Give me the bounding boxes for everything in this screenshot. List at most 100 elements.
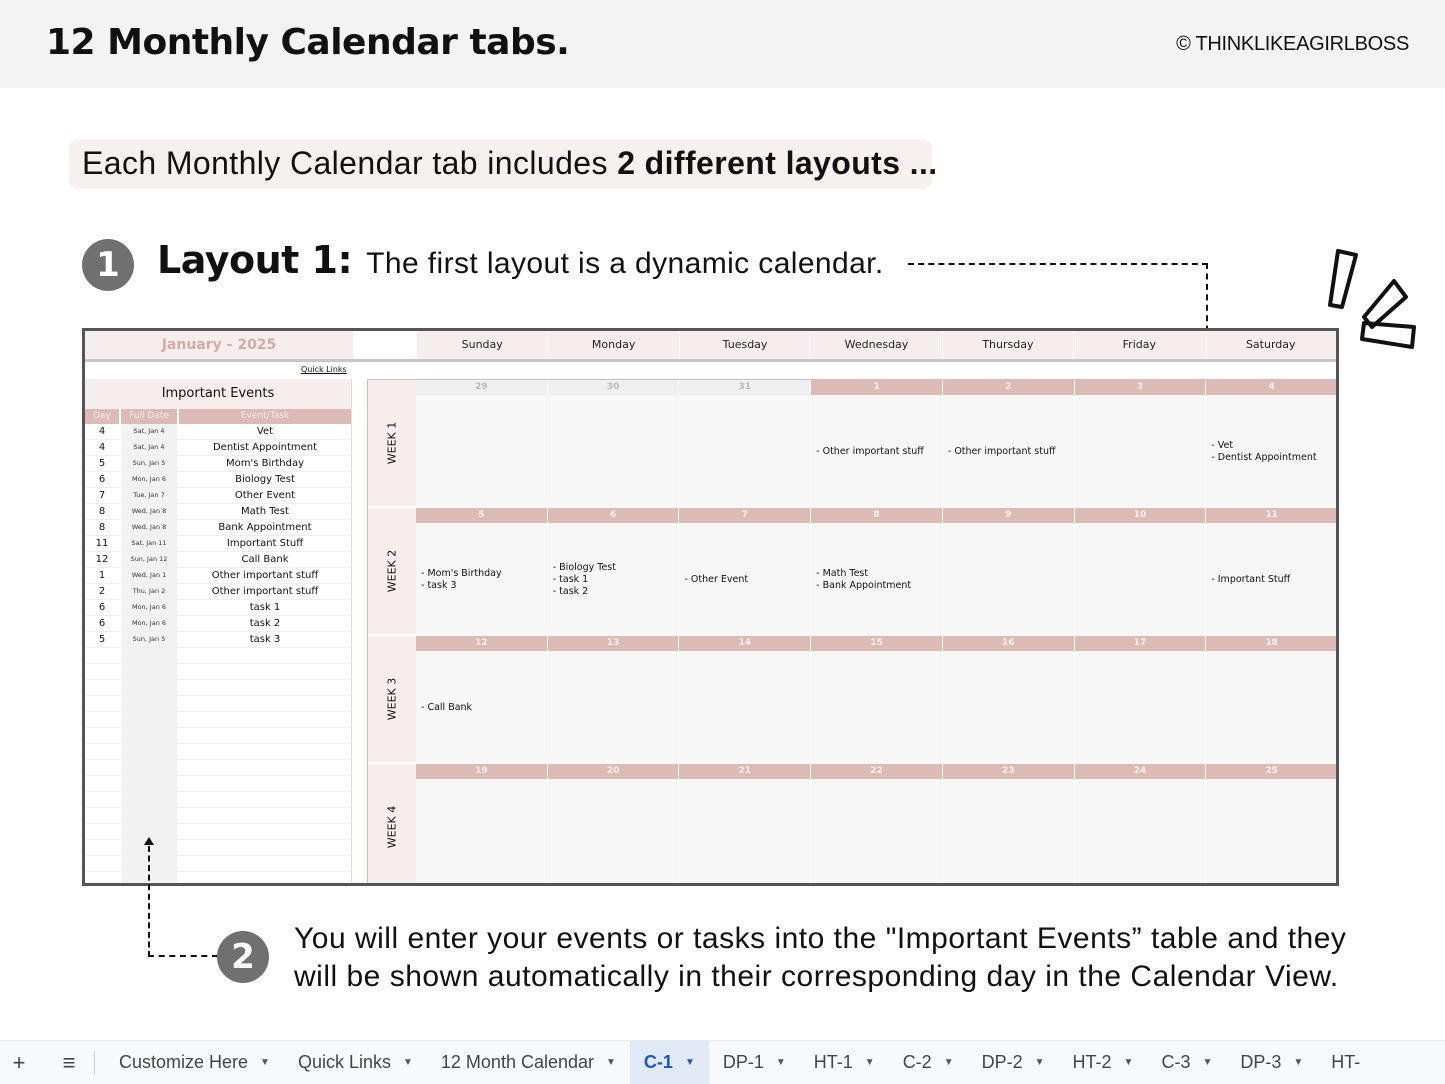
event-day-cell[interactable]: [85, 664, 121, 679]
event-date-cell[interactable]: [121, 808, 179, 823]
event-date-cell[interactable]: Thu, Jan 2: [121, 584, 179, 599]
event-day-cell[interactable]: [85, 696, 121, 711]
event-day-cell[interactable]: [85, 872, 121, 883]
calendar-day-cell[interactable]: 6- Biology Test - task 1- task 2: [547, 508, 680, 636]
caret-down-icon[interactable]: ▼: [944, 1057, 954, 1068]
event-day-cell[interactable]: [85, 856, 121, 871]
event-task-cell[interactable]: task 2: [179, 616, 351, 631]
event-task-cell[interactable]: [179, 744, 351, 759]
event-task-cell[interactable]: Call Bank: [179, 552, 351, 567]
sheet-tab-c-1[interactable]: C-1 ▼: [629, 1040, 709, 1084]
caret-down-icon[interactable]: ▼: [685, 1057, 695, 1068]
event-date-cell[interactable]: [121, 728, 179, 743]
sheet-tab-customize-here[interactable]: Customize Here ▼: [105, 1041, 284, 1084]
event-date-cell[interactable]: Sun, Jan 5: [121, 632, 179, 647]
event-day-cell[interactable]: 12: [85, 552, 121, 567]
event-task-cell[interactable]: [179, 696, 351, 711]
event-task-cell[interactable]: [179, 776, 351, 791]
calendar-day-cell[interactable]: 1 - Other important stuff: [811, 380, 943, 508]
calendar-day-cell[interactable]: 11 - Important Stuff: [1206, 508, 1336, 636]
sheet-tab-ht-2[interactable]: HT-2 ▼: [1059, 1041, 1148, 1084]
sheet-tab-dp-1[interactable]: DP-1 ▼: [709, 1041, 800, 1084]
calendar-day-cell[interactable]: 19: [416, 764, 548, 883]
event-day-cell[interactable]: 6: [85, 616, 121, 631]
event-task-cell[interactable]: Bank Appointment: [179, 520, 351, 535]
event-task-cell[interactable]: [179, 648, 351, 663]
event-task-cell[interactable]: Math Test: [179, 504, 351, 519]
calendar-day-cell[interactable]: 8- Math Test - Bank Appointment: [811, 508, 943, 636]
calendar-day-cell[interactable]: 20: [547, 764, 680, 883]
event-date-cell[interactable]: [121, 664, 179, 679]
event-day-cell[interactable]: 5: [85, 632, 121, 647]
event-task-cell[interactable]: Other important stuff: [179, 568, 351, 583]
event-date-cell[interactable]: [121, 696, 179, 711]
caret-down-icon[interactable]: ▼: [260, 1057, 270, 1068]
event-date-cell[interactable]: Sat, Jan 4: [121, 440, 179, 455]
event-day-cell[interactable]: [85, 792, 121, 807]
caret-down-icon[interactable]: ▼: [1293, 1057, 1303, 1068]
sheet-tab-dp-2[interactable]: DP-2 ▼: [968, 1041, 1059, 1084]
event-date-cell[interactable]: [121, 760, 179, 775]
event-day-cell[interactable]: [85, 728, 121, 743]
caret-down-icon[interactable]: ▼: [1202, 1057, 1212, 1068]
calendar-day-cell[interactable]: 22: [811, 764, 943, 883]
sheet-tab-quick-links[interactable]: Quick Links ▼: [284, 1041, 427, 1084]
calendar-day-cell[interactable]: 16: [942, 636, 1075, 764]
event-date-cell[interactable]: Sat, Jan 11: [121, 536, 179, 551]
event-day-cell[interactable]: 5: [85, 456, 121, 471]
event-day-cell[interactable]: 7: [85, 488, 121, 503]
event-day-cell[interactable]: [85, 744, 121, 759]
sheet-tab-c-2[interactable]: C-2 ▼: [889, 1041, 968, 1084]
event-task-cell[interactable]: [179, 664, 351, 679]
event-task-cell[interactable]: [179, 824, 351, 839]
event-day-cell[interactable]: [85, 808, 121, 823]
event-task-cell[interactable]: task 1: [179, 600, 351, 615]
event-task-cell[interactable]: task 3: [179, 632, 351, 647]
event-day-cell[interactable]: [85, 776, 121, 791]
hamburger-menu-icon[interactable]: ≡: [52, 1050, 86, 1076]
sheet-tab-ht-1[interactable]: HT-1 ▼: [800, 1041, 889, 1084]
calendar-day-cell[interactable]: 15: [811, 636, 943, 764]
event-date-cell[interactable]: Mon, Jan 6: [121, 600, 179, 615]
event-task-cell[interactable]: [179, 760, 351, 775]
event-date-cell[interactable]: Sun, Jan 12: [121, 552, 179, 567]
event-task-cell[interactable]: Dentist Appointment: [179, 440, 351, 455]
event-day-cell[interactable]: 6: [85, 472, 121, 487]
event-task-cell[interactable]: Other important stuff: [179, 584, 351, 599]
calendar-day-cell[interactable]: 23: [942, 764, 1075, 883]
event-day-cell[interactable]: 4: [85, 424, 121, 439]
calendar-day-cell[interactable]: 3: [1074, 380, 1207, 508]
event-date-cell[interactable]: Tue, Jan 7: [121, 488, 179, 503]
event-date-cell[interactable]: [121, 648, 179, 663]
event-day-cell[interactable]: 8: [85, 504, 121, 519]
calendar-day-cell[interactable]: 9: [942, 508, 1075, 636]
plus-icon[interactable]: +: [2, 1050, 36, 1076]
calendar-day-cell[interactable]: 30: [547, 380, 680, 508]
event-day-cell[interactable]: [85, 824, 121, 839]
calendar-day-cell[interactable]: 5- Mom's Birthday - task 3: [416, 508, 548, 636]
event-day-cell[interactable]: 11: [85, 536, 121, 551]
calendar-day-cell[interactable]: 12 - Call Bank: [416, 636, 548, 764]
event-day-cell[interactable]: [85, 712, 121, 727]
calendar-day-cell[interactable]: 4- Vet - Dentist Appointment: [1206, 380, 1336, 508]
calendar-day-cell[interactable]: 21: [679, 764, 812, 883]
calendar-day-cell[interactable]: 7 - Other Event: [679, 508, 812, 636]
event-day-cell[interactable]: 2: [85, 584, 121, 599]
event-day-cell[interactable]: [85, 760, 121, 775]
calendar-day-cell[interactable]: 29: [416, 380, 548, 508]
caret-down-icon[interactable]: ▼: [776, 1057, 786, 1068]
caret-down-icon[interactable]: ▼: [403, 1057, 413, 1068]
event-date-cell[interactable]: Sat, Jan 4: [121, 424, 179, 439]
event-day-cell[interactable]: [85, 840, 121, 855]
event-date-cell[interactable]: [121, 712, 179, 727]
event-day-cell[interactable]: 8: [85, 520, 121, 535]
event-day-cell[interactable]: [85, 648, 121, 663]
event-date-cell[interactable]: [121, 776, 179, 791]
caret-down-icon[interactable]: ▼: [1035, 1057, 1045, 1068]
calendar-day-cell[interactable]: 2 - Other important stuff: [942, 380, 1075, 508]
sheet-tab-12-month-calendar[interactable]: 12 Month Calendar ▼: [427, 1041, 630, 1084]
event-task-cell[interactable]: Vet: [179, 424, 351, 439]
event-day-cell[interactable]: 4: [85, 440, 121, 455]
event-day-cell[interactable]: 1: [85, 568, 121, 583]
quick-links-link[interactable]: Quick Links: [301, 365, 347, 374]
